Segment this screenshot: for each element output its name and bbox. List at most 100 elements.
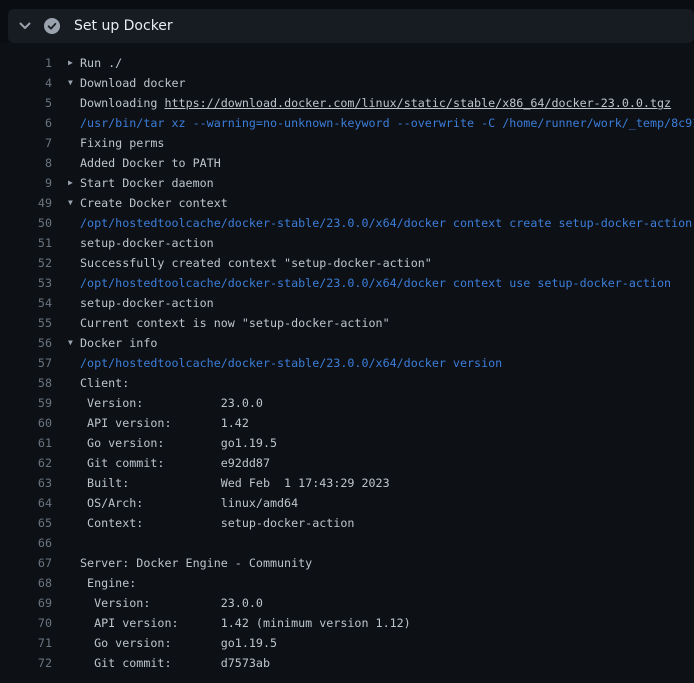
- gutter-spacer: [52, 433, 80, 453]
- line-number[interactable]: 51: [0, 233, 52, 253]
- log-group-row[interactable]: 9▶Start Docker daemon: [0, 173, 694, 193]
- group-title: Create Docker context: [80, 193, 228, 213]
- group-toggle-icon[interactable]: ▼: [52, 193, 80, 213]
- log-text: Downloading https://download.docker.com/…: [80, 93, 671, 113]
- log-line: 5 Downloading https://download.docker.com…: [0, 93, 694, 113]
- log-text: Go version: go1.19.5: [80, 633, 277, 653]
- line-number[interactable]: 6: [0, 113, 52, 133]
- gutter-spacer: [52, 473, 80, 493]
- log-text: API version: 1.42: [80, 413, 249, 433]
- line-number[interactable]: 70: [0, 613, 52, 633]
- gutter-spacer: [52, 613, 80, 633]
- log-line: 65 Context: setup-docker-action: [0, 513, 694, 533]
- log-text: API version: 1.42 (minimum version 1.12): [80, 613, 411, 633]
- log-group-row[interactable]: 1▶Run ./: [0, 53, 694, 73]
- line-number[interactable]: 8: [0, 153, 52, 173]
- line-number[interactable]: 9: [0, 173, 52, 193]
- group-toggle-icon[interactable]: ▼: [52, 73, 80, 93]
- line-number[interactable]: 69: [0, 593, 52, 613]
- log-line: 71 Go version: go1.19.5: [0, 633, 694, 653]
- step-header[interactable]: Set up Docker: [8, 9, 694, 43]
- log-command-text: /opt/hostedtoolcache/docker-stable/23.0.…: [80, 273, 671, 293]
- log-text: Engine:: [80, 573, 136, 593]
- line-number[interactable]: 61: [0, 433, 52, 453]
- log-container: 1▶Run ./4▼Download docker5Downloading ht…: [0, 43, 694, 683]
- log-text: Successfully created context "setup-dock…: [80, 253, 432, 273]
- gutter-spacer: [52, 133, 80, 153]
- gutter-spacer: [52, 633, 80, 653]
- line-number[interactable]: 59: [0, 393, 52, 413]
- gutter-spacer: [52, 653, 80, 673]
- log-line: 70 API version: 1.42 (minimum version 1.…: [0, 613, 694, 633]
- group-title: Start Docker daemon: [80, 173, 214, 193]
- log-line: 62 Git commit: e92dd87: [0, 453, 694, 473]
- log-line: 51setup-docker-action: [0, 233, 694, 253]
- line-number[interactable]: 7: [0, 133, 52, 153]
- line-number[interactable]: 57: [0, 353, 52, 373]
- log-group-row[interactable]: 56▼Docker info: [0, 333, 694, 353]
- log-group-row[interactable]: 49▼Create Docker context: [0, 193, 694, 213]
- log-command-text: /usr/bin/tar xz --warning=no-unknown-key…: [80, 113, 694, 133]
- log-line: 69 Version: 23.0.0: [0, 593, 694, 613]
- line-number[interactable]: 56: [0, 333, 52, 353]
- group-toggle-icon[interactable]: ▶: [52, 173, 80, 193]
- gutter-spacer: [52, 593, 80, 613]
- log-line: 58Client:: [0, 373, 694, 393]
- line-number[interactable]: 66: [0, 533, 52, 553]
- log-line: 52 Successfully created context "setup-do…: [0, 253, 694, 273]
- log-command-text: /opt/hostedtoolcache/docker-stable/23.0.…: [80, 353, 502, 373]
- log-group-row[interactable]: 4▼Download docker: [0, 73, 694, 93]
- log-text: Version: 23.0.0: [80, 593, 263, 613]
- line-number[interactable]: 54: [0, 293, 52, 313]
- line-number[interactable]: 72: [0, 653, 52, 673]
- check-circle-icon: [44, 18, 60, 34]
- log-text: Downloading: [80, 96, 164, 110]
- group-toggle-icon[interactable]: ▶: [52, 53, 80, 73]
- gutter-spacer: [52, 313, 80, 333]
- log-line: 72 Git commit: d7573ab: [0, 653, 694, 673]
- log-line: 54setup-docker-action: [0, 293, 694, 313]
- line-number[interactable]: 62: [0, 453, 52, 473]
- log-text: Fixing perms: [80, 133, 164, 153]
- line-number[interactable]: 65: [0, 513, 52, 533]
- log-line: 67 Server: Docker Engine - Community: [0, 553, 694, 573]
- log-text: Git commit: d7573ab: [80, 653, 270, 673]
- line-number[interactable]: 1: [0, 53, 52, 73]
- log-text: Built: Wed Feb 1 17:43:29 2023: [80, 473, 390, 493]
- line-number[interactable]: 4: [0, 73, 52, 93]
- line-number[interactable]: 67: [0, 553, 52, 573]
- gutter-spacer: [52, 453, 80, 473]
- gutter-spacer: [52, 293, 80, 313]
- log-text: Current context is now "setup-docker-act…: [80, 313, 390, 333]
- log-text: Version: 23.0.0: [80, 393, 263, 413]
- log-line: 7 Fixing perms: [0, 133, 694, 153]
- line-number[interactable]: 53: [0, 273, 52, 293]
- group-title: Run ./: [80, 53, 122, 73]
- step-title: Set up Docker: [74, 18, 173, 34]
- log-line: 50/opt/hostedtoolcache/docker-stable/23.…: [0, 213, 694, 233]
- line-number[interactable]: 55: [0, 313, 52, 333]
- gutter-spacer: [52, 93, 80, 113]
- line-number[interactable]: 63: [0, 473, 52, 493]
- log-line: 64 OS/Arch: linux/amd64: [0, 493, 694, 513]
- log-line: 8 Added Docker to PATH: [0, 153, 694, 173]
- line-number[interactable]: 60: [0, 413, 52, 433]
- line-number[interactable]: 5: [0, 93, 52, 113]
- gutter-spacer: [52, 513, 80, 533]
- line-number[interactable]: 68: [0, 573, 52, 593]
- log-text: Added Docker to PATH: [80, 153, 221, 173]
- line-number[interactable]: 58: [0, 373, 52, 393]
- actions-log-page: { "header": { "title": "Set up Docker", …: [0, 0, 694, 683]
- line-number[interactable]: 49: [0, 193, 52, 213]
- line-number[interactable]: 64: [0, 493, 52, 513]
- line-number[interactable]: 71: [0, 633, 52, 653]
- line-number[interactable]: 50: [0, 213, 52, 233]
- line-number[interactable]: 52: [0, 253, 52, 273]
- group-toggle-icon[interactable]: ▼: [52, 333, 80, 353]
- gutter-spacer: [52, 413, 80, 433]
- gutter-spacer: [52, 353, 80, 373]
- gutter-spacer: [52, 213, 80, 233]
- log-text: Server: Docker Engine - Community: [80, 553, 312, 573]
- log-url-link[interactable]: https://download.docker.com/linux/static…: [164, 96, 671, 110]
- gutter-spacer: [52, 233, 80, 253]
